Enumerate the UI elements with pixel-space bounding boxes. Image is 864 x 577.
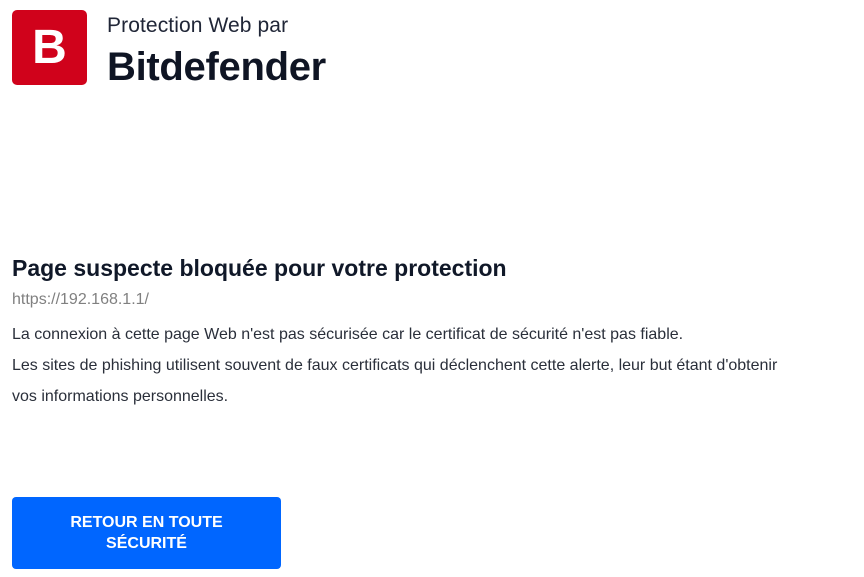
alert-content: Page suspecte bloquée pour votre protect…	[12, 252, 862, 412]
brand-header: B Protection Web par Bitdefender	[12, 10, 326, 90]
description-line: La connexion à cette page Web n'est pas …	[12, 326, 684, 343]
brand-subtitle: Protection Web par	[107, 14, 289, 37]
svg-text:B: B	[32, 21, 67, 74]
description-line: Les sites de phishing utilisent souvent …	[12, 357, 778, 374]
bitdefender-logo-icon: B	[12, 10, 87, 85]
alert-description: La connexion à cette page Web n'est pas …	[12, 319, 862, 412]
blocked-page: B Protection Web par Bitdefender Page su…	[0, 0, 864, 577]
description-line: vos informations personnelles.	[12, 388, 229, 405]
logo-letter-b: B	[32, 21, 67, 74]
blocked-url: https://192.168.1.1/	[12, 291, 149, 308]
brand-name: Bitdefender	[107, 45, 326, 89]
back-to-safety-button[interactable]: RETOUR EN TOUTE SÉCURITÉ	[12, 497, 281, 569]
brand-text: Protection Web par Bitdefender	[107, 10, 326, 90]
page-title: Page suspecte bloquée pour votre protect…	[12, 255, 507, 281]
